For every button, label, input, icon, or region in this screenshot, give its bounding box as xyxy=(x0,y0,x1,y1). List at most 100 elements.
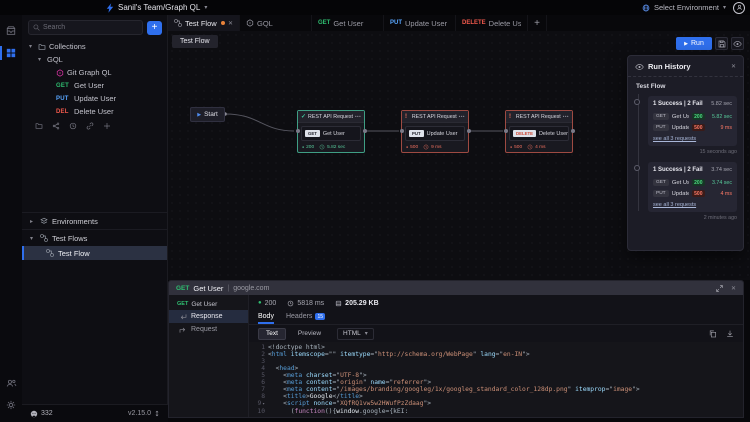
code-token: content xyxy=(306,379,333,386)
line-number: 2 xyxy=(249,351,268,358)
save-flow-button[interactable] xyxy=(715,37,728,50)
collection-settings-icon[interactable] xyxy=(103,122,111,130)
share-icon[interactable] xyxy=(52,122,60,130)
search-input[interactable]: Search xyxy=(28,20,143,35)
open-tabs: Test Flow✕GQLGETGet UserPUTUpdate UserDE… xyxy=(168,15,528,31)
response-body-code[interactable]: 1<!doctype html>2<html itemscope="" item… xyxy=(249,342,743,417)
folder-icon xyxy=(38,43,46,51)
tab-test-flow[interactable]: Test Flow✕ xyxy=(168,15,240,31)
flow-node-get-user[interactable]: ✓REST API Request•••GETGet User●2005.82 … xyxy=(297,110,365,153)
result-tab-body[interactable]: Body xyxy=(258,313,274,324)
tree-item-gql[interactable]: ▾GQL xyxy=(22,53,167,66)
inbox-icon[interactable] xyxy=(0,22,22,40)
view-text[interactable]: Text xyxy=(258,328,286,340)
close-run-history-icon[interactable]: ✕ xyxy=(731,63,736,70)
version-label: v2.15.0 xyxy=(128,410,151,417)
code-token: < xyxy=(268,393,287,400)
flow-node-update-user[interactable]: !REST API Request•••PUTUpdate User●5009 … xyxy=(401,110,469,153)
start-node[interactable]: ▶ Start xyxy=(190,107,225,122)
avatar[interactable] xyxy=(733,2,745,14)
result-tab-label: Body xyxy=(258,313,274,320)
flow-item-test-flow[interactable]: Test Flow xyxy=(22,246,167,260)
collections-tree: ▾Collections▾GQL Git Graph QL GETGet UserP… xyxy=(22,40,167,118)
node-menu-icon[interactable]: ••• xyxy=(563,114,569,119)
code-token: meta xyxy=(287,386,302,393)
section-test-flows[interactable]: ▾Test Flows xyxy=(22,229,167,246)
run-request-row[interactable]: PUTUpdate User5004 ms xyxy=(653,188,732,199)
flow-canvas[interactable]: Test Flow ▶ Run ▶ Start ✓REST API Reques… xyxy=(168,31,750,280)
flow-node-delete-user[interactable]: !REST API Request•••DELETEDelete User●50… xyxy=(505,110,573,153)
workspace-grid-icon[interactable] xyxy=(0,44,22,62)
input-port[interactable] xyxy=(504,129,508,133)
section-environments[interactable]: ▸Environments xyxy=(22,212,167,229)
headers-count-badge: 15 xyxy=(315,313,325,320)
run-request-row[interactable]: GETGet User2003.74 sec xyxy=(653,177,732,188)
tab-gql[interactable]: GQL xyxy=(240,15,312,31)
code-line: 10 (function(){window.google={kEI: xyxy=(249,408,743,415)
run-card[interactable]: 1 Success | 2 Fail3.74 secGETGet User200… xyxy=(648,162,737,212)
settings-gear-icon[interactable] xyxy=(0,396,22,414)
code-line: 5 <meta charset="UTF-8"> xyxy=(249,372,743,379)
run-request-row[interactable]: PUTUpdate User5009 ms xyxy=(653,122,732,133)
code-token: Google xyxy=(310,393,333,400)
tree-item-label: Git Graph QL xyxy=(67,68,112,77)
flow-tab-icon xyxy=(174,19,182,27)
see-all-requests-link[interactable]: see all 3 requests xyxy=(653,136,732,142)
expand-panel-icon[interactable] xyxy=(716,285,723,292)
community-icon[interactable] xyxy=(0,374,22,392)
request-icon xyxy=(179,326,187,334)
request-duration: 5.82 sec xyxy=(708,114,732,120)
node-footer: ●5004 ms xyxy=(506,144,572,150)
output-port[interactable] xyxy=(467,129,471,133)
run-request-row[interactable]: GETGet User2005.82 sec xyxy=(653,111,732,122)
tab-delete-user[interactable]: DELETEDelete User xyxy=(456,15,528,31)
response-panel-title-bar[interactable]: GET Get User | google.com ✕ xyxy=(169,281,743,295)
result-tab-headers[interactable]: Headers15 xyxy=(286,313,325,324)
input-port[interactable] xyxy=(296,129,300,133)
response-request-row[interactable]: GETGet User xyxy=(169,298,248,310)
tab-update-user[interactable]: PUTUpdate User xyxy=(384,15,456,31)
tree-item-update-user[interactable]: PUTUpdate User xyxy=(22,92,167,105)
line-number: 1 xyxy=(249,344,268,351)
flow-name-chip[interactable]: Test Flow xyxy=(172,35,218,48)
new-folder-icon[interactable] xyxy=(35,122,43,130)
copy-icon[interactable] xyxy=(709,330,717,338)
run-history-toggle-button[interactable] xyxy=(731,37,744,50)
nav-request[interactable]: Request xyxy=(169,323,248,336)
link-icon[interactable] xyxy=(86,122,94,130)
language-dropdown[interactable]: HTML ▾ xyxy=(337,328,374,340)
input-port[interactable] xyxy=(400,129,404,133)
view-preview[interactable]: Preview xyxy=(291,329,328,339)
tree-item-delete-user[interactable]: DELDelete User xyxy=(22,105,167,118)
code-token: nonce xyxy=(314,400,333,407)
node-status-code: 500 xyxy=(514,145,522,150)
node-duration: 5.82 sec xyxy=(327,145,345,150)
node-title: REST API Request xyxy=(308,114,353,120)
tree-item-get-user[interactable]: GETGet User xyxy=(22,79,167,92)
version-info[interactable]: v2.15.0 xyxy=(128,410,160,417)
add-new-button[interactable]: + xyxy=(147,21,162,35)
main-area: Test Flow✕GQLGETGet UserPUTUpdate UserDE… xyxy=(168,15,750,422)
node-menu-icon[interactable]: ••• xyxy=(459,114,465,119)
see-all-requests-link[interactable]: see all 3 requests xyxy=(653,202,732,208)
new-tab-button[interactable]: + xyxy=(528,15,547,31)
download-icon[interactable] xyxy=(726,330,734,338)
tree-item-collections[interactable]: ▾Collections xyxy=(22,40,167,53)
run-card[interactable]: 1 Success | 2 Fail5.82 secGETGet User200… xyxy=(648,96,737,146)
github-stars[interactable]: 332 xyxy=(30,410,53,418)
search-row: Search + xyxy=(22,15,167,40)
output-port[interactable] xyxy=(363,129,367,133)
workspace-name: Sanil's Team/Graph QL xyxy=(118,3,200,12)
nav-response[interactable]: Response xyxy=(169,310,248,323)
run-button[interactable]: ▶ Run xyxy=(676,37,712,50)
timeline-dot-icon xyxy=(634,165,640,171)
output-port[interactable] xyxy=(571,129,575,133)
history-icon[interactable] xyxy=(69,122,77,130)
workspace-switcher[interactable]: Sanil's Team/Graph QL ▾ xyxy=(106,0,207,15)
close-panel-icon[interactable]: ✕ xyxy=(731,285,736,292)
tree-item-git-graph-ql[interactable]: Git Graph QL xyxy=(22,66,167,79)
environment-selector[interactable]: Select Environment ▾ xyxy=(642,3,726,12)
close-tab-icon[interactable]: ✕ xyxy=(228,20,233,27)
tab-get-user[interactable]: GETGet User xyxy=(312,15,384,31)
node-menu-icon[interactable]: ••• xyxy=(355,114,361,119)
